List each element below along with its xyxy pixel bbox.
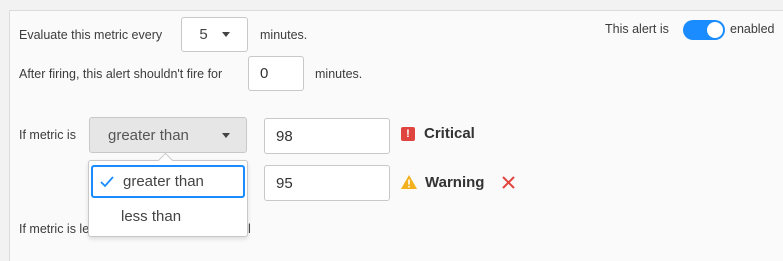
critical-threshold-value: 98 bbox=[276, 127, 293, 145]
alert-enabled-toggle[interactable] bbox=[683, 20, 725, 40]
warning-label: Warning bbox=[425, 174, 485, 191]
interval-suffix-label: minutes. bbox=[260, 28, 308, 42]
cooldown-suffix-label: minutes. bbox=[315, 67, 363, 81]
condition-prefix-label: If metric is bbox=[19, 128, 76, 142]
critical-alert-icon: ! bbox=[401, 127, 415, 141]
warning-icon bbox=[401, 175, 417, 189]
alert-toggle-label: This alert is bbox=[605, 22, 669, 36]
interval-select[interactable]: 5 bbox=[181, 17, 248, 52]
warning-threshold-input[interactable]: 95 bbox=[264, 165, 390, 201]
alert-toggle-state: enabled bbox=[730, 22, 775, 36]
cooldown-value: 0 bbox=[260, 65, 269, 82]
warning-threshold-value: 95 bbox=[276, 174, 293, 192]
after-firing-prefix-label: After firing, this alert shouldn't fire … bbox=[19, 67, 223, 81]
remove-warning-icon[interactable] bbox=[502, 176, 515, 189]
comparator-select[interactable]: greater than bbox=[89, 117, 247, 153]
dropdown-option-less-than[interactable]: less than bbox=[121, 208, 181, 225]
cooldown-input[interactable]: 0 bbox=[248, 56, 304, 91]
partial-condition-suffix: l bbox=[248, 222, 251, 236]
comparator-dropdown-menu: greater than less than bbox=[88, 152, 248, 237]
critical-label: Critical bbox=[424, 125, 475, 142]
evaluate-prefix-label: Evaluate this metric every bbox=[19, 28, 163, 42]
comparator-value: greater than bbox=[108, 126, 189, 144]
interval-value: 5 bbox=[199, 26, 208, 43]
partial-condition-label: If metric is le bbox=[19, 222, 90, 236]
toggle-knob bbox=[707, 22, 723, 38]
option-label: greater than bbox=[123, 173, 204, 190]
chevron-down-icon bbox=[221, 32, 230, 37]
check-icon bbox=[100, 175, 114, 187]
chevron-down-icon bbox=[222, 133, 230, 138]
dropdown-option-greater-than[interactable]: greater than bbox=[91, 165, 245, 198]
critical-threshold-input[interactable]: 98 bbox=[264, 118, 390, 154]
